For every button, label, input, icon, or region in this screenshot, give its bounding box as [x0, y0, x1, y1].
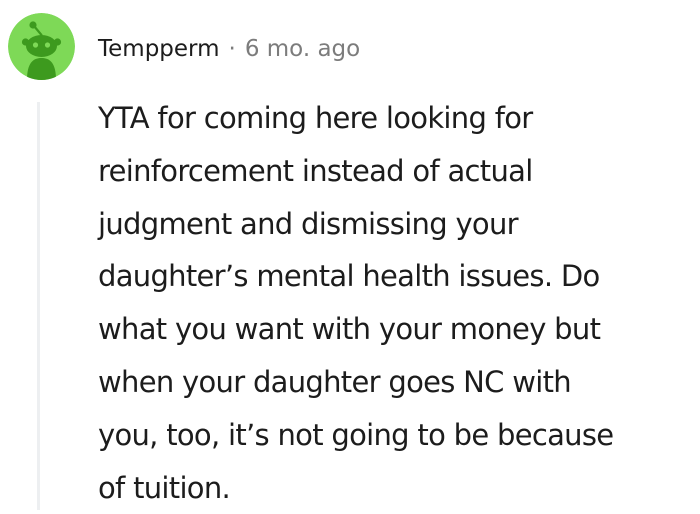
comment-body-line: when your daughter goes NC with	[98, 364, 572, 399]
comment-body-line: daughter’s mental health issues. Do	[98, 259, 600, 294]
comment: Tempperm · 6 mo. ago YTA for coming here…	[0, 0, 700, 510]
snoo-icon	[8, 13, 75, 80]
user-avatar-icon[interactable]	[8, 13, 75, 80]
comment-body-line: YTA for coming here looking for	[98, 101, 533, 135]
comment-body-line: you, too, it’s not going to be because	[98, 417, 614, 452]
username-link[interactable]: Tempperm	[98, 34, 220, 64]
comment-header: Tempperm · 6 mo. ago	[98, 34, 360, 64]
thread-collapse-line[interactable]	[37, 102, 40, 510]
comment-body-line: reinforcement instead of actual	[98, 153, 533, 188]
comment-body-line: of tuition.	[98, 470, 231, 505]
comment-body-line: what you want with your money but	[98, 312, 601, 347]
timestamp-link[interactable]: 6 mo. ago	[245, 34, 360, 64]
comment-body-line: judgment and dismissing your	[98, 206, 519, 241]
comment-body: YTA for coming here looking for reinforc…	[98, 92, 694, 514]
meta-separator: ·	[228, 36, 236, 62]
